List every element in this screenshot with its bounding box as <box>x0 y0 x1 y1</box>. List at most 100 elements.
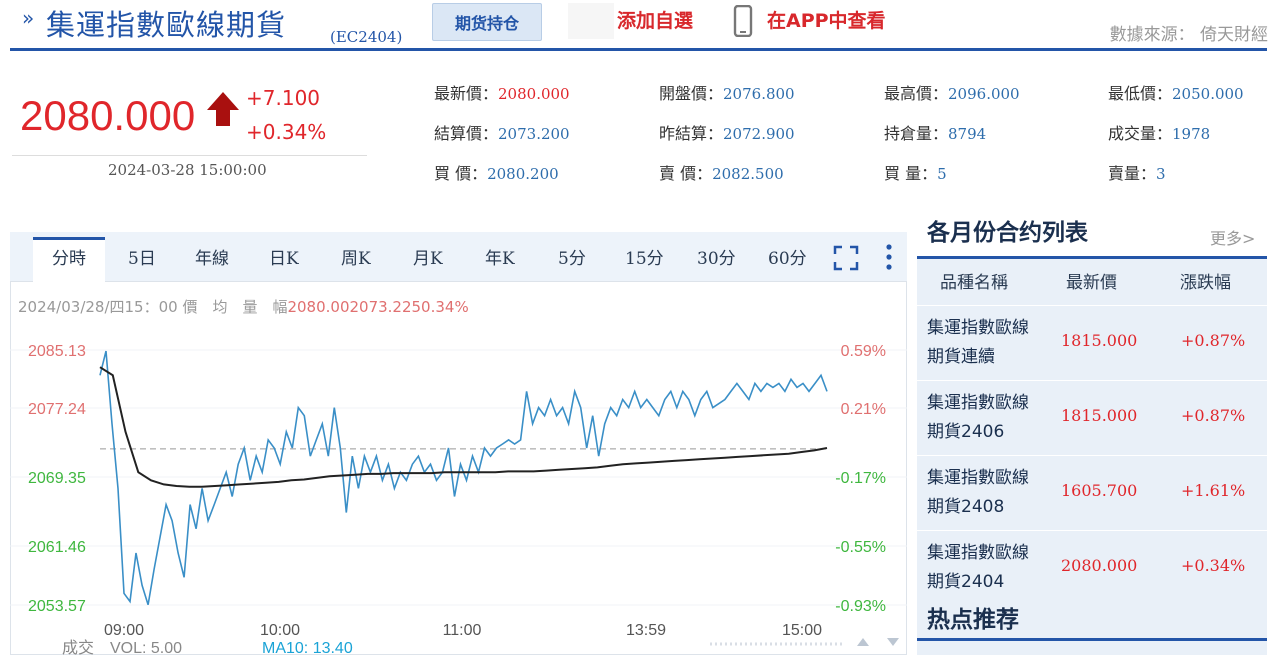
contract-name[interactable]: 集運指數歐線期貨2406 <box>927 389 1037 447</box>
quote-field-value: 2072.900 <box>723 125 795 143</box>
quote-field: 買 量：5 <box>884 160 947 184</box>
quote-field-value: 2076.800 <box>723 85 795 103</box>
page-title: 集運指數歐線期貨 <box>46 8 287 42</box>
quote-field-label: 最高價： <box>884 84 949 103</box>
price-change: +7.100 <box>246 86 321 110</box>
contract-row[interactable]: 集運指數歐線期貨2404 2080.000 +0.34% <box>917 530 1267 604</box>
y-left-tick-label: 2053.57 <box>28 598 86 615</box>
volume-label: 成交 VOL: 5.00 <box>62 639 182 655</box>
tab-6[interactable]: 月K <box>413 244 443 269</box>
contract-change: +0.87% <box>1181 406 1246 425</box>
quote-field-label: 持倉量： <box>884 124 949 143</box>
hot-recommend-title: 热点推荐 <box>927 607 1019 633</box>
fullscreen-icon[interactable] <box>833 245 859 271</box>
quote-field: 最高價：2096.000 <box>884 80 1020 104</box>
contract-price: 2080.000 <box>1061 556 1138 575</box>
quote-divider <box>12 155 367 156</box>
tab-7[interactable]: 年K <box>485 244 515 269</box>
contract-change: +0.87% <box>1181 331 1246 350</box>
placeholder-box <box>568 3 614 39</box>
quote-field: 賣 價：2082.500 <box>659 160 784 184</box>
y-right-tick-label: 0.59% <box>841 343 886 360</box>
add-watchlist-link[interactable]: 添加自選 <box>617 6 693 33</box>
quote-field: 開盤價：2076.800 <box>659 80 795 104</box>
y-left-tick-label: 2077.24 <box>28 401 86 418</box>
quote-field: 結算價：2073.200 <box>434 120 570 144</box>
quote-field-value: 2096.000 <box>948 85 1020 103</box>
x-tick-label: 10:00 <box>260 622 300 639</box>
last-price: 2080.000 <box>20 92 196 139</box>
contract-change: +1.61% <box>1181 481 1246 500</box>
quote-field-value: 8794 <box>948 125 987 143</box>
quote-field-value: 2073.200 <box>498 125 570 143</box>
quote-field: 賣量：3 <box>1108 160 1166 184</box>
quote-timestamp: 2024-03-28 15:00:00 <box>108 161 267 179</box>
info-values: 2080.002073.2250.34% <box>287 298 469 316</box>
quote-field-label: 賣 價： <box>659 164 713 183</box>
scroll-up-icon <box>857 638 869 646</box>
quote-field: 最低價：2050.000 <box>1108 80 1244 104</box>
tab-10[interactable]: 30分 <box>697 244 736 269</box>
contract-row[interactable]: 集運指數歐線期貨2406 1815.000 +0.87% <box>917 380 1267 454</box>
y-right-tick-label: -0.93% <box>835 598 886 615</box>
price-series-line <box>99 350 828 606</box>
tab-11[interactable]: 60分 <box>768 244 807 269</box>
data-source: 數據來源： 倚天財經 <box>1109 25 1268 45</box>
contract-change: +0.34% <box>1181 556 1246 575</box>
quote-field-value: 2082.500 <box>712 165 784 183</box>
intraday-chart: 2085.13 2077.24 2069.35 2061.46 2053.57 0.59%… <box>10 343 907 655</box>
x-tick-label: 09:00 <box>104 622 144 639</box>
quote-field-value: 2080.000 <box>498 85 570 103</box>
x-tick-label: 11:00 <box>443 622 482 639</box>
scroll-down-icon <box>887 638 899 646</box>
col-header-price: 最新價 <box>1066 273 1117 293</box>
holdings-button[interactable]: 期货持仓 <box>432 3 542 41</box>
tab-9[interactable]: 15分 <box>625 244 664 269</box>
contract-name[interactable]: 集運指數歐線期貨2408 <box>927 464 1037 522</box>
quote-field-label: 買 價： <box>434 164 488 183</box>
quote-field-value: 5 <box>937 165 947 183</box>
y-right-tick-label: -0.17% <box>835 470 886 487</box>
tab-1[interactable]: 分時 <box>52 244 86 269</box>
tab-4[interactable]: 日K <box>269 244 299 269</box>
quote-field-label: 成交量： <box>1108 124 1173 143</box>
quote-field-value: 2050.000 <box>1172 85 1244 103</box>
quote-field-label: 結算價： <box>434 124 499 143</box>
y-left-tick-label: 2069.35 <box>28 470 86 487</box>
quote-field: 成交量：1978 <box>1108 120 1210 144</box>
x-tick-label: 15:00 <box>782 622 822 639</box>
quote-field-value: 3 <box>1156 165 1166 183</box>
header-divider <box>10 48 1267 51</box>
quote-field: 持倉量：8794 <box>884 120 986 144</box>
more-link[interactable]: 更多> <box>1210 225 1255 249</box>
view-in-app-link[interactable]: 在APP中查看 <box>767 6 886 33</box>
quote-field-value: 2080.200 <box>487 165 559 183</box>
y-right-tick-label: 0.21% <box>841 401 886 418</box>
col-header-change: 漲跌幅 <box>1180 273 1231 293</box>
ma10-label: MA10: 13.40 <box>262 640 353 655</box>
contract-name[interactable]: 集運指數歐線期貨連續 <box>927 314 1037 372</box>
average-price-series-line <box>99 366 828 488</box>
contract-row[interactable]: 集運指數歐線期貨2408 1605.700 +1.61% <box>917 455 1267 529</box>
price-change-pct: +0.34% <box>246 120 327 144</box>
hot-recommend-divider <box>917 638 1267 641</box>
tab-5[interactable]: 周K <box>341 244 371 269</box>
contract-code: (EC2404) <box>330 28 403 46</box>
col-header-name: 品種名稱 <box>940 273 1008 293</box>
contract-price: 1815.000 <box>1061 331 1138 350</box>
tab-3[interactable]: 年線 <box>195 244 229 269</box>
y-left-tick-label: 2085.13 <box>28 343 86 360</box>
quote-field-label: 最新價： <box>434 84 499 103</box>
more-options-icon[interactable] <box>884 243 894 271</box>
tab-8[interactable]: 5分 <box>558 244 586 269</box>
up-arrow-icon <box>207 92 239 126</box>
quote-field-label: 最低價： <box>1108 84 1173 103</box>
contract-row[interactable]: 集運指數歐線期貨連續 1815.000 +0.87% <box>917 305 1267 379</box>
x-tick-label: 13:59 <box>626 622 666 639</box>
phone-icon <box>733 5 753 37</box>
y-left-tick-label: 2061.46 <box>28 539 86 556</box>
contract-name[interactable]: 集運指數歐線期貨2404 <box>927 539 1037 597</box>
quote-field-label: 賣量： <box>1108 164 1157 183</box>
tab-2[interactable]: 5日 <box>128 244 156 269</box>
quote-field: 最新價：2080.000 <box>434 80 570 104</box>
